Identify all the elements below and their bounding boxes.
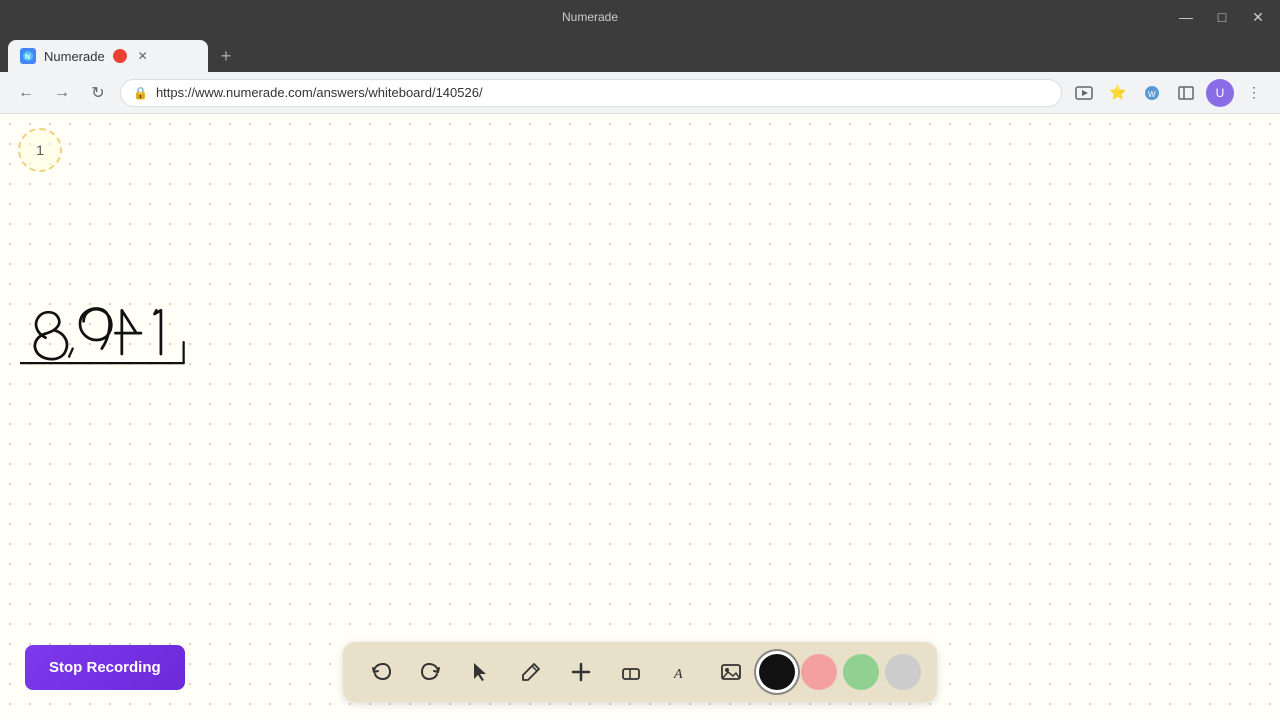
- nav-bar: ← → ↻ 🔒 https://www.numerade.com/answers…: [0, 72, 1280, 114]
- nav-actions: ⭐ W U ⋮: [1070, 79, 1268, 107]
- active-tab[interactable]: N Numerade ✕: [8, 40, 208, 72]
- svg-text:N: N: [25, 54, 30, 61]
- text-tool-button[interactable]: A: [659, 650, 703, 694]
- browser-window: Numerade — □ ✕ N Numerade ✕ + ← → ↻ 🔒 ht…: [0, 0, 1280, 720]
- bookmark-button[interactable]: ⭐: [1104, 79, 1132, 107]
- maximize-button[interactable]: □: [1208, 3, 1236, 31]
- window-title: Numerade: [8, 10, 1172, 24]
- svg-text:W: W: [1148, 90, 1156, 99]
- eraser-tool-button[interactable]: [609, 650, 653, 694]
- stop-recording-button[interactable]: Stop Recording: [25, 645, 185, 690]
- profile-button[interactable]: U: [1206, 79, 1234, 107]
- handwritten-content: [20, 274, 220, 379]
- page-indicator: 1: [18, 128, 62, 172]
- color-gray-button[interactable]: [885, 654, 921, 690]
- security-icon: 🔒: [133, 86, 148, 100]
- url-text: https://www.numerade.com/answers/whitebo…: [156, 85, 483, 100]
- tab-bar: N Numerade ✕ +: [0, 34, 1280, 72]
- tab-title: Numerade: [44, 49, 105, 64]
- pen-tool-button[interactable]: [509, 650, 553, 694]
- image-tool-button[interactable]: [709, 650, 753, 694]
- add-button[interactable]: [559, 650, 603, 694]
- drawing-toolbar: A: [343, 642, 937, 702]
- minimize-button[interactable]: —: [1172, 3, 1200, 31]
- refresh-button[interactable]: ↻: [84, 79, 112, 107]
- title-bar: Numerade — □ ✕: [0, 0, 1280, 34]
- select-tool-button[interactable]: [459, 650, 503, 694]
- extension-icon[interactable]: W: [1138, 79, 1166, 107]
- menu-button[interactable]: ⋮: [1240, 79, 1268, 107]
- tab-close-button[interactable]: ✕: [135, 48, 151, 64]
- new-tab-button[interactable]: +: [212, 42, 240, 70]
- color-black-button[interactable]: [759, 654, 795, 690]
- window-controls: — □ ✕: [1172, 3, 1272, 31]
- tab-favicon: N: [20, 48, 36, 64]
- page-number: 1: [36, 142, 44, 158]
- close-button[interactable]: ✕: [1244, 3, 1272, 31]
- color-green-button[interactable]: [843, 654, 879, 690]
- undo-button[interactable]: [359, 650, 403, 694]
- whiteboard[interactable]: 1 Stop Recording: [0, 114, 1280, 720]
- forward-button[interactable]: →: [48, 79, 76, 107]
- back-button[interactable]: ←: [12, 79, 40, 107]
- recording-indicator: [113, 49, 127, 63]
- color-pink-button[interactable]: [801, 654, 837, 690]
- screen-record-icon[interactable]: [1070, 79, 1098, 107]
- address-bar[interactable]: 🔒 https://www.numerade.com/answers/white…: [120, 79, 1062, 107]
- svg-text:A: A: [673, 667, 683, 682]
- redo-button[interactable]: [409, 650, 453, 694]
- sidebar-toggle[interactable]: [1172, 79, 1200, 107]
